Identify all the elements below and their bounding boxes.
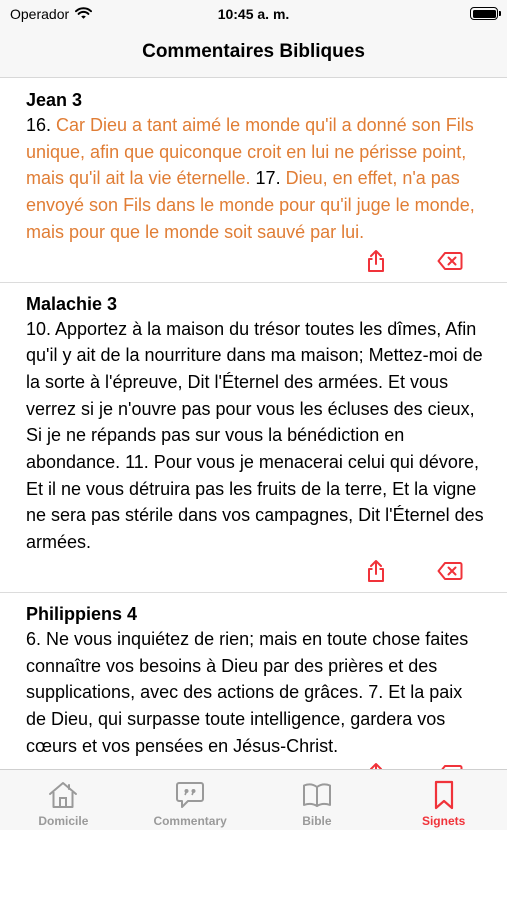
verse-text: 10. Apportez à la maison du trésor toute… xyxy=(26,318,484,553)
bookmark-item[interactable]: Malachie 3 10. Apportez à la maison du tr… xyxy=(0,283,507,593)
tab-bar: Domicile Commentary Bible Signets xyxy=(0,769,507,830)
bookmark-verses: 16. Car Dieu a tant aimé le monde qu'il … xyxy=(26,112,487,246)
delete-icon[interactable] xyxy=(437,248,463,274)
tab-label: Domicile xyxy=(38,814,89,828)
bookmark-verses: 6. Ne vous inquiétez de rien; mais en to… xyxy=(26,626,487,760)
bookmark-icon xyxy=(380,780,507,810)
bookmark-item[interactable]: Philippiens 4 6. Ne vous inquiétez de rie… xyxy=(0,593,507,770)
tab-bible[interactable]: Bible xyxy=(254,770,381,830)
bookmark-reference: Philippiens 4 xyxy=(26,603,138,624)
book-icon xyxy=(254,780,381,810)
tab-signets[interactable]: Signets xyxy=(380,770,507,830)
verse-text: 17. xyxy=(250,168,286,189)
tab-label: Commentary xyxy=(153,814,227,828)
tab-label: Signets xyxy=(421,814,466,828)
bookmark-reference: Jean 3 xyxy=(26,90,83,110)
tab-label: Bible xyxy=(302,814,332,828)
tab-domicile[interactable]: Domicile xyxy=(0,770,127,830)
bookmark-verses: 10. Apportez à la maison du trésor toute… xyxy=(26,316,487,556)
tab-commentary[interactable]: Commentary xyxy=(127,770,254,830)
bookmark-item[interactable]: Jean 3 16. Car Dieu a tant aimé le monde … xyxy=(0,79,507,283)
delete-icon[interactable] xyxy=(437,558,463,584)
bookmark-list[interactable]: Jean 3 16. Car Dieu a tant aimé le monde … xyxy=(0,79,507,770)
verse-text: 6. Ne vous inquiétez de rien; mais en to… xyxy=(26,628,469,756)
bookmark-actions xyxy=(26,556,487,592)
status-bar: Operador 10:45 a. m. xyxy=(0,0,507,28)
status-time: 10:45 a. m. xyxy=(217,6,290,22)
home-icon xyxy=(0,780,127,810)
speech-bubble-icon xyxy=(127,780,254,810)
share-icon[interactable] xyxy=(363,558,389,584)
page-title: Commentaires Bibliques xyxy=(142,41,365,62)
nav-bar: Commentaires Bibliques xyxy=(0,28,507,78)
battery-icon xyxy=(470,7,501,20)
share-icon[interactable] xyxy=(363,248,389,274)
verse-text: 16. xyxy=(26,115,57,135)
bookmark-reference: Malachie 3 xyxy=(26,293,118,314)
bookmark-actions xyxy=(26,246,487,282)
